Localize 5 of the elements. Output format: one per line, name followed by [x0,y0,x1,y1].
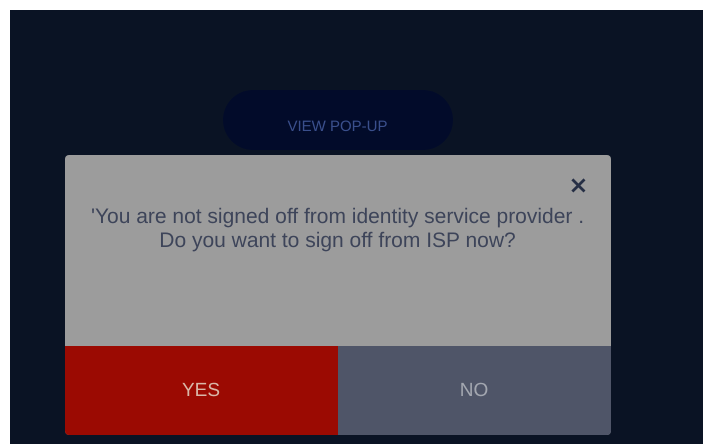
yes-button[interactable]: YES [64,346,338,435]
dialog-message: 'You are not signed off from identity service provider . Do you want to sign off from ISP now? [90,205,586,253]
close-button[interactable]: × [568,173,588,197]
view-popup-button[interactable]: VIEW POP-UP [222,90,452,150]
no-button[interactable]: NO [338,346,610,435]
